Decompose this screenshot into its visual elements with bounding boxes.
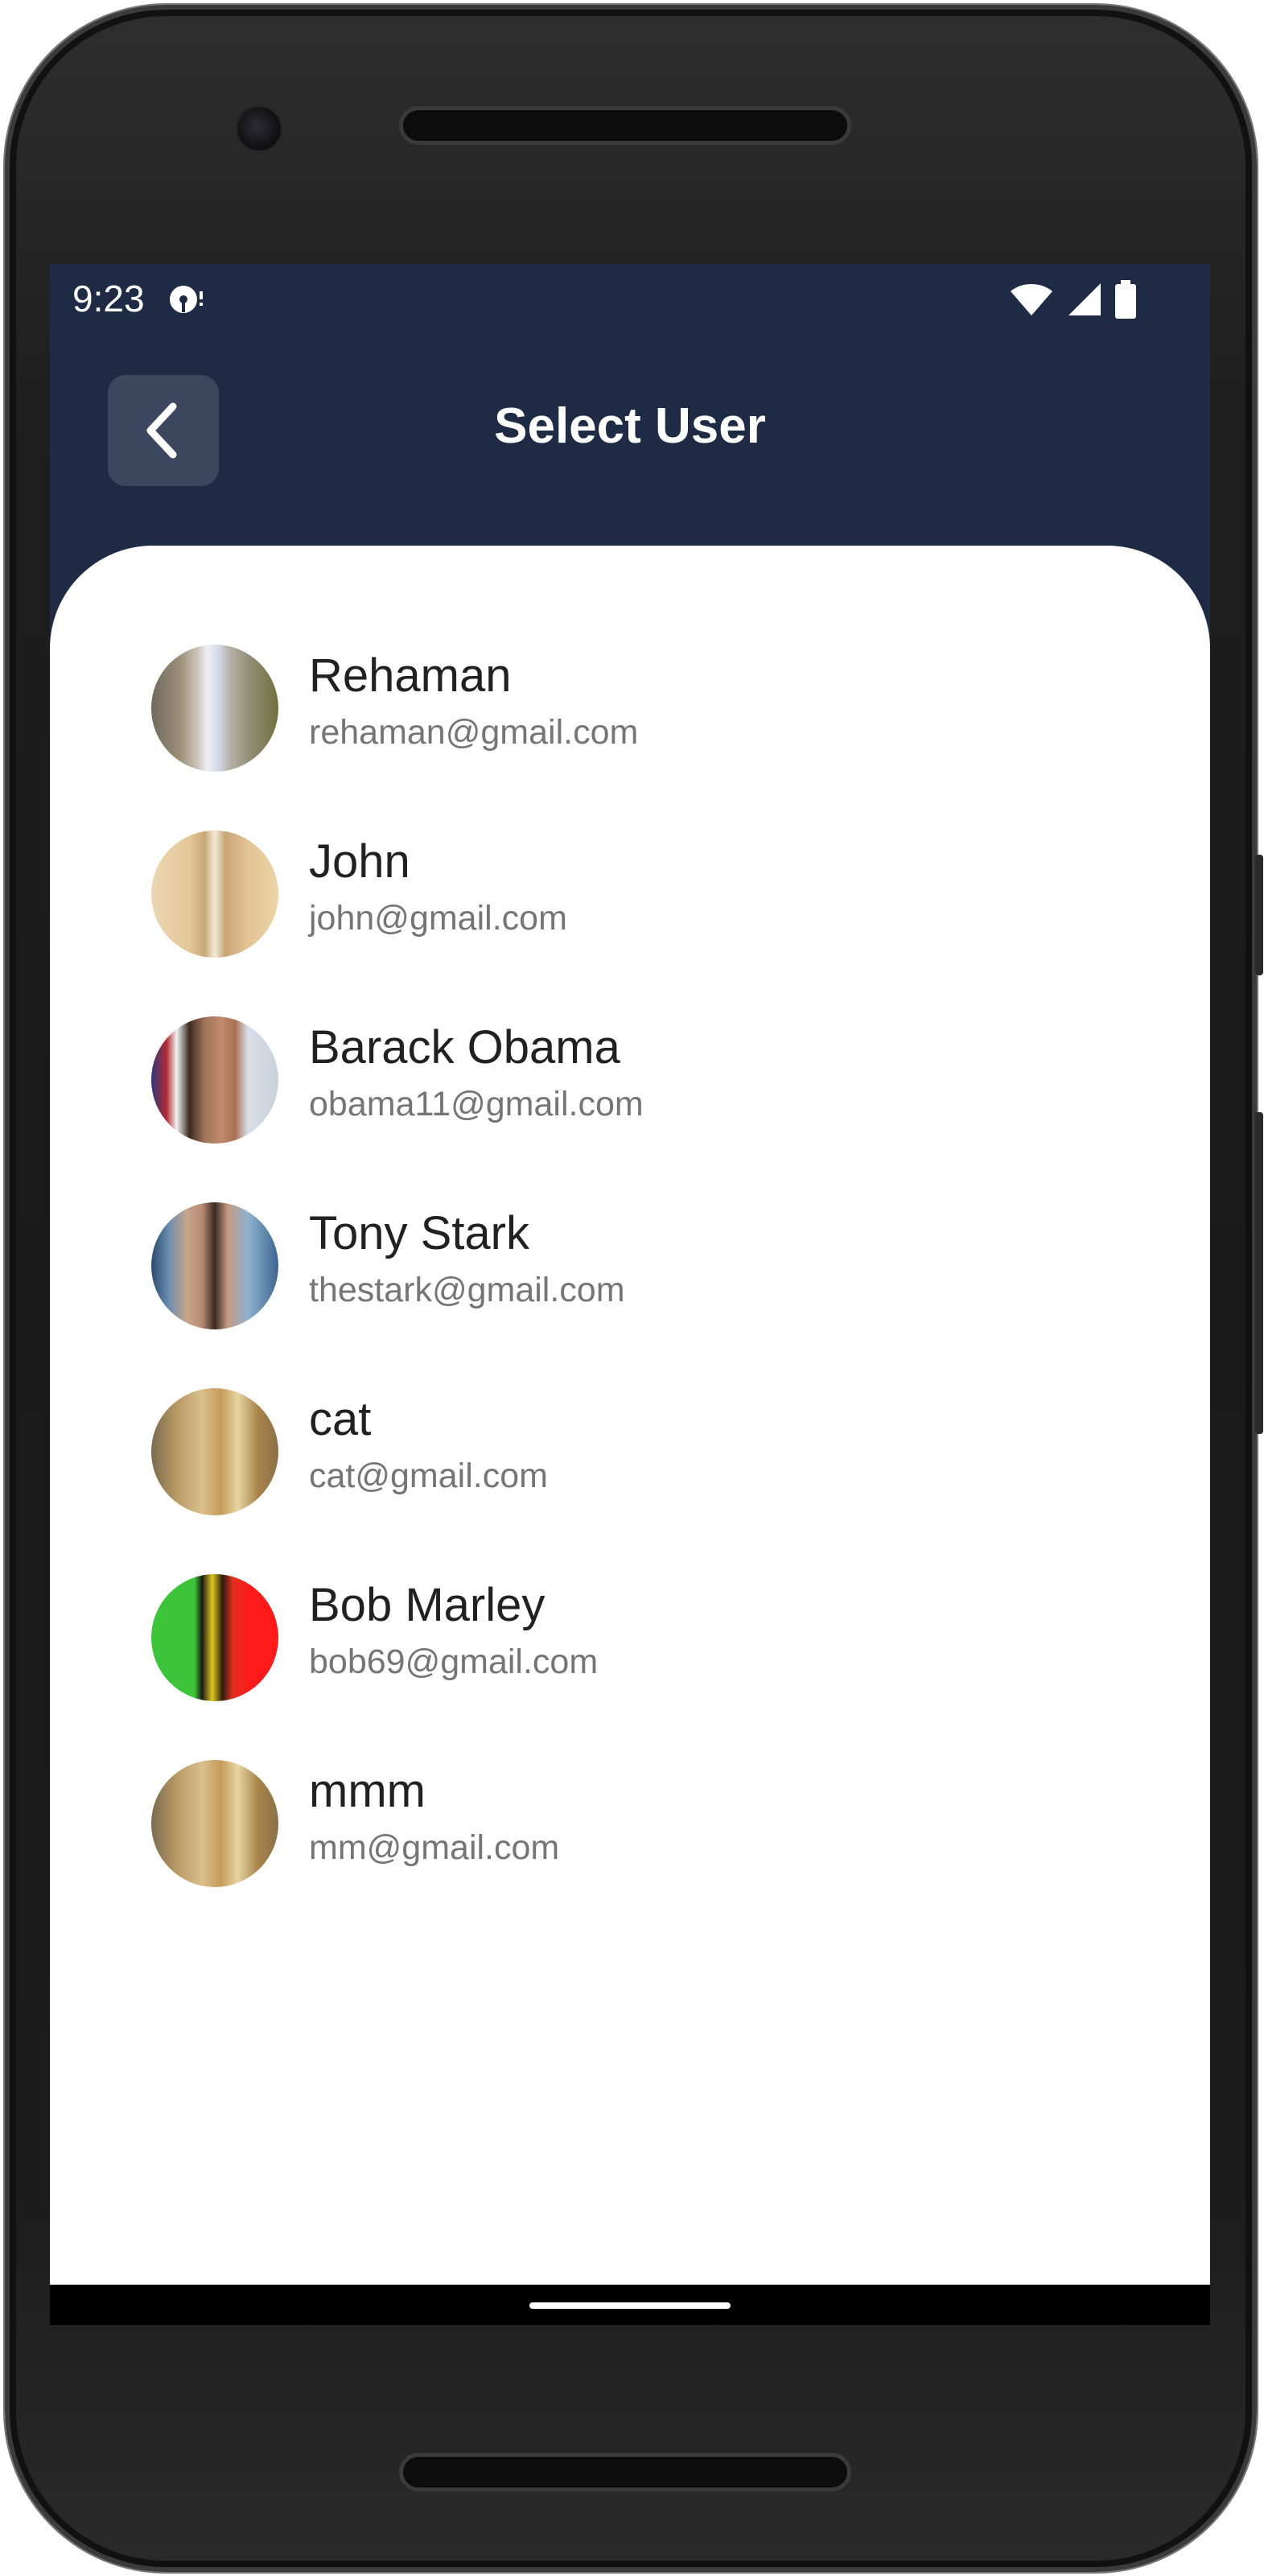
user-item-mmm[interactable]: mmm mm@gmail.com xyxy=(50,1758,1210,1943)
navigation-bar xyxy=(50,2285,1210,2325)
podcast-notification-icon xyxy=(170,286,203,313)
avatar xyxy=(151,1202,278,1329)
user-email: thestark@gmail.com xyxy=(309,1271,625,1309)
user-item-cat[interactable]: cat cat@gmail.com xyxy=(50,1386,1210,1572)
user-item-bob-marley[interactable]: Bob Marley bob69@gmail.com xyxy=(50,1572,1210,1758)
earpiece-speaker xyxy=(399,106,851,145)
user-name: Rehaman xyxy=(309,649,512,702)
user-email: cat@gmail.com xyxy=(309,1457,548,1495)
user-name: John xyxy=(309,835,410,888)
avatar xyxy=(151,1388,278,1515)
user-name: Bob Marley xyxy=(309,1579,546,1631)
volume-button xyxy=(1255,855,1263,975)
user-item-rehaman[interactable]: Rehaman rehaman@gmail.com xyxy=(50,642,1210,828)
user-item-tony-stark[interactable]: Tony Stark thestark@gmail.com xyxy=(50,1200,1210,1386)
user-email: obama11@gmail.com xyxy=(309,1085,644,1123)
user-list: Rehaman rehaman@gmail.com John john@gmai… xyxy=(50,642,1210,1943)
user-name: Barack Obama xyxy=(309,1021,620,1074)
power-button xyxy=(1255,1112,1263,1434)
user-name: cat xyxy=(309,1393,372,1445)
user-item-barack-obama[interactable]: Barack Obama obama11@gmail.com xyxy=(50,1014,1210,1200)
front-camera xyxy=(235,105,283,153)
cell-signal-icon xyxy=(1068,283,1101,315)
user-email: john@gmail.com xyxy=(309,899,567,938)
battery-icon xyxy=(1115,280,1136,319)
avatar xyxy=(151,1574,278,1701)
avatar xyxy=(151,831,278,958)
app-header: Select User xyxy=(50,335,1210,488)
home-gesture-handle[interactable] xyxy=(529,2302,731,2309)
user-name: Tony Stark xyxy=(309,1207,529,1259)
status-bar: 9:23 xyxy=(50,264,1210,335)
user-name: mmm xyxy=(309,1765,426,1817)
user-email: bob69@gmail.com xyxy=(309,1642,599,1681)
user-email: rehaman@gmail.com xyxy=(309,713,639,752)
avatar xyxy=(151,645,278,772)
user-list-panel: Rehaman rehaman@gmail.com John john@gmai… xyxy=(50,546,1210,2285)
avatar xyxy=(151,1760,278,1887)
wifi-icon xyxy=(1011,284,1052,315)
status-time: 9:23 xyxy=(72,278,145,319)
user-item-john[interactable]: John john@gmail.com xyxy=(50,828,1210,1014)
avatar xyxy=(151,1016,278,1144)
user-email: mm@gmail.com xyxy=(309,1828,560,1867)
status-icons xyxy=(1009,278,1138,320)
bottom-speaker xyxy=(399,2453,851,2492)
page-title: Select User xyxy=(494,398,766,454)
app-screen: 9:23 Select User Rehaman rehaman@gmail.c… xyxy=(50,264,1210,2325)
